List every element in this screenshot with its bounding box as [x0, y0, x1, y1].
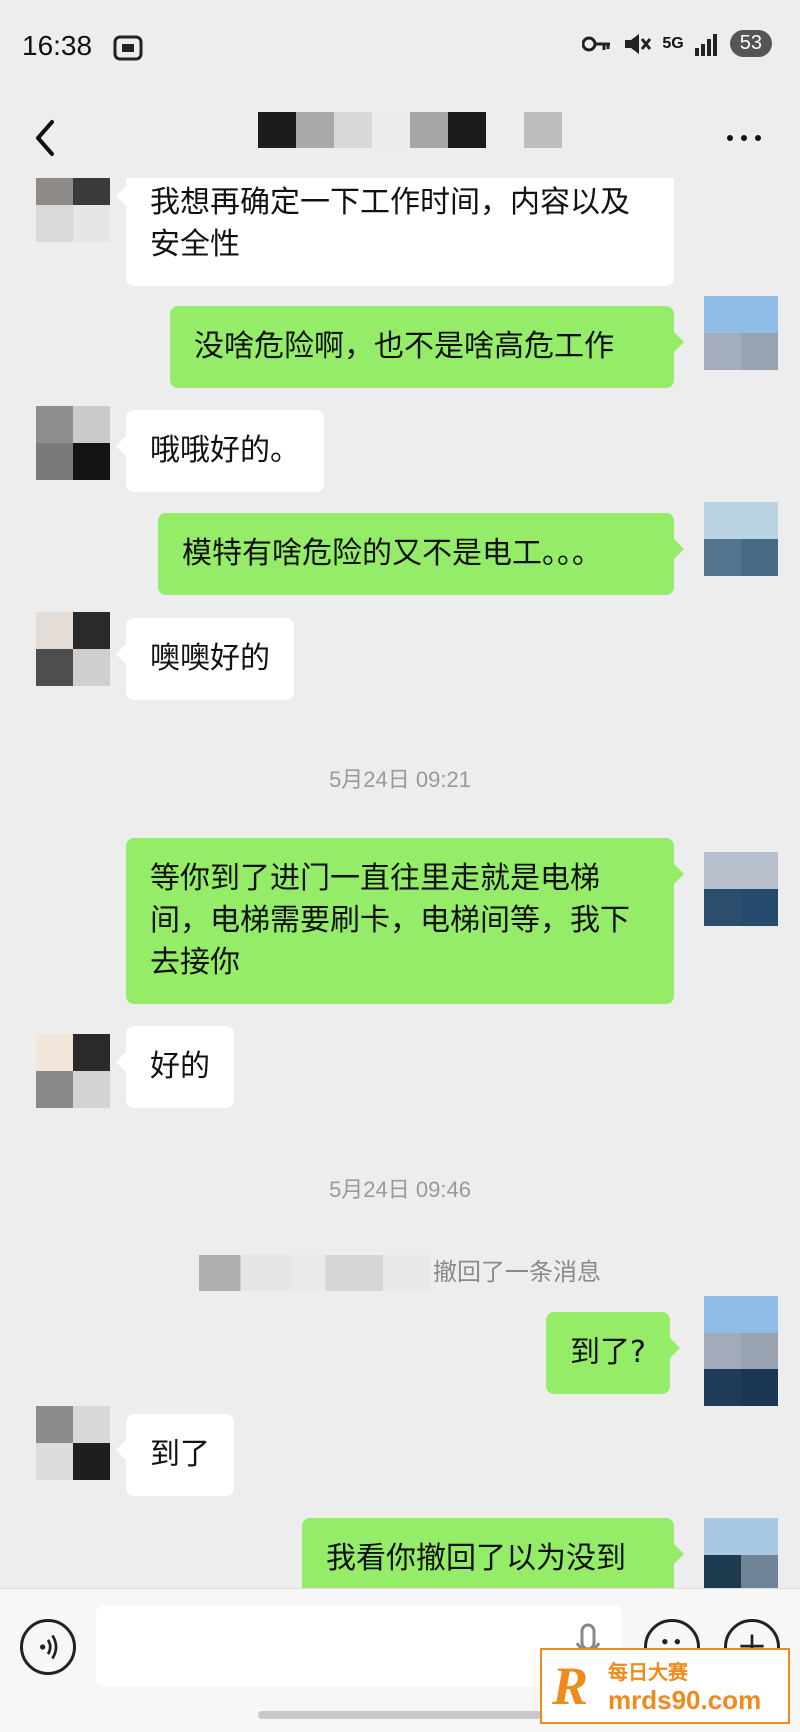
nav-bar [0, 98, 800, 180]
message-timestamp: 5月24日 09:46 [329, 1177, 471, 1202]
outgoing-message[interactable]: 没啥危险啊，也不是啥高危工作 [170, 306, 684, 388]
chat-message-list[interactable]: 我想再确定一下工作时间，内容以及安全性 没啥危险啊，也不是啥高危工作 哦哦好的。… [0, 178, 800, 1588]
contact-avatar[interactable] [36, 1406, 110, 1480]
more-options-icon[interactable] [724, 126, 764, 156]
home-indicator [258, 1711, 542, 1719]
outgoing-message[interactable]: 到了? [546, 1312, 680, 1394]
my-avatar[interactable] [704, 1518, 778, 1588]
watermark-r-logo: R [552, 1656, 589, 1716]
outgoing-message[interactable]: 模特有啥危险的又不是电工。。。 [158, 513, 684, 595]
watermark-title: 每日大赛 [608, 1660, 688, 1684]
my-avatar[interactable] [704, 852, 778, 926]
outgoing-message[interactable]: 我看你撤回了以为没到 [302, 1518, 684, 1588]
my-avatar[interactable] [704, 1296, 778, 1406]
message-timestamp: 5月24日 09:21 [329, 767, 471, 792]
contact-avatar[interactable] [36, 1034, 110, 1108]
incoming-message[interactable]: 好的 [116, 1026, 234, 1108]
recall-notice-text: 撤回了一条消息 [433, 1258, 601, 1286]
incoming-message[interactable]: 到了 [116, 1414, 234, 1496]
contact-avatar[interactable] [36, 612, 110, 686]
my-avatar[interactable] [704, 296, 778, 370]
incoming-message[interactable]: 哦哦好的。 [116, 410, 324, 492]
voice-input-icon[interactable] [20, 1619, 76, 1675]
battery-indicator: 53 [729, 30, 772, 57]
contact-avatar[interactable] [36, 178, 110, 242]
incoming-message[interactable]: 我想再确定一下工作时间，内容以及安全性 [116, 178, 674, 286]
mute-icon [625, 33, 652, 54]
outgoing-message[interactable]: 等你到了进门一直往里走就是电梯间，电梯需要刷卡，电梯间等，我下去接你 [126, 838, 684, 1004]
signal-icon [694, 33, 717, 56]
chat-title-redacted [258, 112, 562, 148]
my-avatar[interactable] [704, 502, 778, 576]
network-type: 5G [662, 34, 684, 52]
status-icons: 5G 53 [582, 30, 772, 57]
screen-record-icon [113, 35, 143, 61]
contact-avatar[interactable] [36, 406, 110, 480]
redacted-name [199, 1255, 429, 1291]
key-icon [582, 36, 611, 51]
watermark-logo: R 每日大赛 mrds90.com [540, 1648, 790, 1724]
recall-notice: 撤回了一条消息 [0, 1252, 800, 1291]
watermark-url: mrds90.com [608, 1685, 762, 1715]
status-time: 16:38 [22, 30, 93, 61]
incoming-message[interactable]: 噢噢好的 [116, 618, 294, 700]
back-arrow-icon[interactable] [28, 108, 68, 168]
status-bar: 16:38 5G 53 [0, 0, 800, 98]
